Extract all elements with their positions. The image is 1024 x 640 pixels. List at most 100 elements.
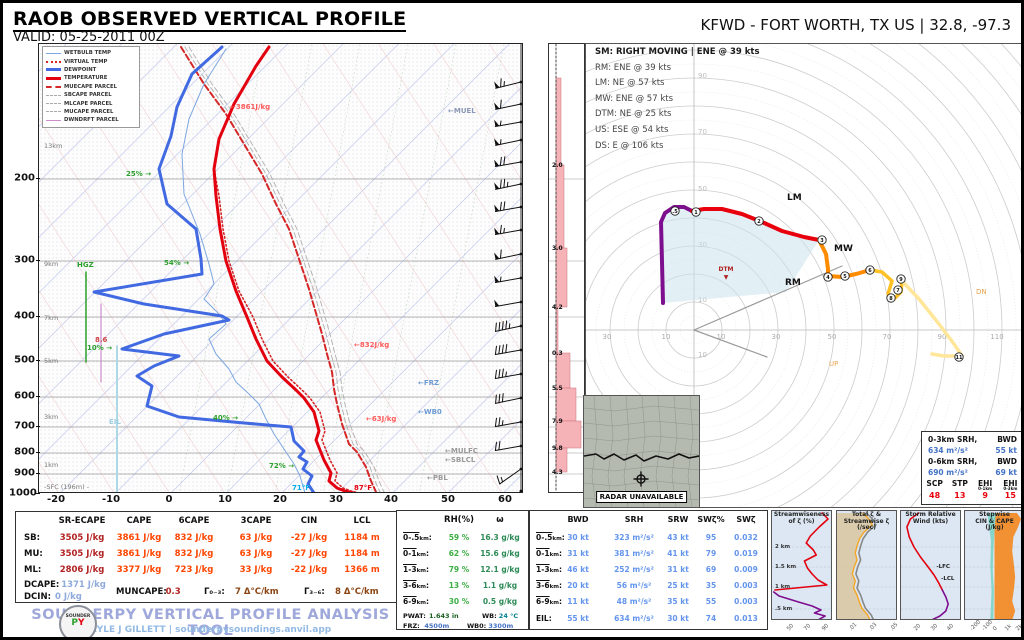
- pressure-tick-label: 300: [9, 255, 35, 266]
- decorative: 634 m²/s²: [928, 446, 968, 457]
- decorative: [519, 228, 522, 231]
- histogram-value-label: 5.5: [552, 385, 563, 392]
- thermo-value: 723 J/kg: [175, 565, 214, 575]
- pressure-tick: [36, 426, 40, 427]
- moisture-row-label: 0-.5km:: [403, 533, 432, 542]
- county-line: [584, 436, 699, 441]
- kinematics-value: 35 kt: [667, 597, 689, 606]
- moisture-extra-label: PWAT:: [403, 612, 426, 620]
- kinematics-value: 0.003: [734, 597, 758, 606]
- thermo-value: 3505 J/kg: [60, 549, 105, 559]
- srh-box-header-row: 0-3km SRH,BWD: [922, 435, 1023, 446]
- kinematics-value: 30 kt: [567, 533, 589, 542]
- decorative: 0-3km SRH,: [928, 435, 977, 446]
- decorative: km: [417, 600, 426, 606]
- kinematics-value: 35: [706, 581, 716, 590]
- moisture-rh-value: 59 %: [449, 533, 470, 542]
- mini-axis-tick: 30: [930, 623, 939, 632]
- legend-item-label: MUECAPE PARCEL: [64, 84, 117, 90]
- decorative: km: [550, 600, 559, 606]
- legend-line-sample: [46, 95, 61, 96]
- hodo-height-marker-label: 5: [843, 274, 847, 280]
- pressure-tick-label: 700: [9, 421, 35, 432]
- thermo-value: -27 J/kg: [291, 533, 327, 543]
- srh-box-value-row: 634 m²/s²55 kt: [922, 446, 1023, 457]
- moisture-omega-value: 15.6 g/kg: [480, 549, 520, 558]
- mini-axis-tick: 40: [946, 623, 955, 632]
- radar-map-inset: RADAR UNAVAILABLE: [583, 395, 700, 508]
- kinematics-col-header: SRH: [625, 515, 644, 524]
- moisture-rh-value: 79 %: [449, 565, 470, 574]
- kinematics-value: 69: [706, 565, 716, 574]
- kinematics-value: 48 m²/s²: [617, 597, 652, 606]
- decorative: km: [419, 536, 428, 542]
- curve: [497, 370, 501, 378]
- moisture-omega-value: 1.1 g/kg: [483, 581, 517, 590]
- hodo-ring-label: 10: [698, 351, 707, 359]
- decorative: [494, 204, 499, 212]
- thermo-value: 33 J/kg: [240, 565, 273, 575]
- composite-index-value: 15: [998, 491, 1023, 500]
- decorative: km: [550, 584, 559, 590]
- moisture-extra-label: WB:: [482, 612, 497, 620]
- mini-axis-tick: 2k: [1015, 623, 1024, 632]
- thermo-value: 1366 m: [344, 565, 379, 575]
- layer-value-histogram: 2.03.04.20.35.57.99.84.3: [548, 43, 585, 493]
- pressure-tick-label: 600: [9, 391, 35, 402]
- kinematics-value: 323 m²/s²: [614, 533, 654, 542]
- height-label: 9km: [44, 260, 58, 268]
- histogram-bar: [556, 353, 570, 388]
- mini-axis-tick: -100: [981, 619, 994, 632]
- moisture-header-omega: ω: [496, 515, 503, 525]
- decorative: [494, 252, 499, 260]
- temp-tick-label: 60: [498, 494, 512, 505]
- composite-index: STP13: [947, 480, 972, 500]
- hodo-height-marker-label: 4: [826, 275, 830, 281]
- decorative: 690 m²/s²: [928, 468, 968, 479]
- decorative: 0-.5: [536, 533, 552, 542]
- county-line: [584, 421, 699, 426]
- hodo-height-marker-label: 2: [757, 219, 761, 225]
- mini-panel-title: Total ζ &Streamwise ζ(/sec): [837, 512, 896, 532]
- decorative: [519, 102, 522, 105]
- thermo-extra-label: MUNCAPE:: [116, 587, 167, 597]
- skewt-annotation: 72% →: [269, 462, 294, 470]
- storm-motion-line: LM: NE @ 57 kts: [595, 78, 765, 94]
- kinematics-row-label: 1-3km:: [536, 565, 562, 574]
- mini-panels: Streamwisenessof ζ (%)2 km1.5 km1 km.5 k…: [771, 510, 1024, 638]
- skewt-annotation: 87°F: [354, 484, 372, 492]
- temp-tick-label: 0: [166, 494, 173, 505]
- decorative: [494, 227, 499, 235]
- moisture-extra-label: FRZ:: [403, 622, 420, 630]
- histogram-value-label: 4.2: [552, 304, 563, 311]
- thermo-value: 3377 J/kg: [117, 565, 162, 575]
- skewt-annotation: 10% →: [87, 344, 112, 352]
- thermo-value: 2806 J/kg: [60, 565, 105, 575]
- composite-index-value: 13: [947, 491, 972, 500]
- histogram-value-label: 7.9: [552, 418, 563, 425]
- pressure-tick-label: 500: [9, 355, 35, 366]
- mini-axis-tick: -200: [969, 619, 982, 632]
- storm-motion-line: RM: ENE @ 39 kts: [595, 63, 765, 79]
- hgz-label: HGZ: [77, 261, 94, 269]
- thermo-extra-label: DCIN:: [24, 592, 51, 602]
- dry-adiabat-line: [323, 44, 522, 492]
- legend-line-sample: [46, 103, 61, 104]
- mini-axis-tick: 70: [803, 623, 812, 632]
- pressure-tick-label: 900: [9, 468, 35, 479]
- hodo-height-marker-label: 1: [694, 210, 698, 216]
- pressure-tick-label: 400: [9, 311, 35, 322]
- hodograph-trace: [870, 270, 902, 299]
- kinematics-value: 79: [706, 549, 716, 558]
- moisture-rh-value: 62 %: [449, 549, 470, 558]
- pressure-tick: [36, 316, 40, 317]
- kinematics-value: 95: [706, 533, 716, 542]
- decorative: [519, 324, 522, 327]
- hodo-ring-label: 30: [603, 333, 612, 341]
- mini-height-label: 1 km: [775, 584, 790, 590]
- kinematics-row-label: 0-.5km:: [536, 533, 565, 542]
- legend-line-sample: [46, 120, 61, 121]
- kinematics-value: 0.013: [734, 614, 758, 623]
- wind-barb: [494, 342, 522, 356]
- decorative: [494, 81, 500, 89]
